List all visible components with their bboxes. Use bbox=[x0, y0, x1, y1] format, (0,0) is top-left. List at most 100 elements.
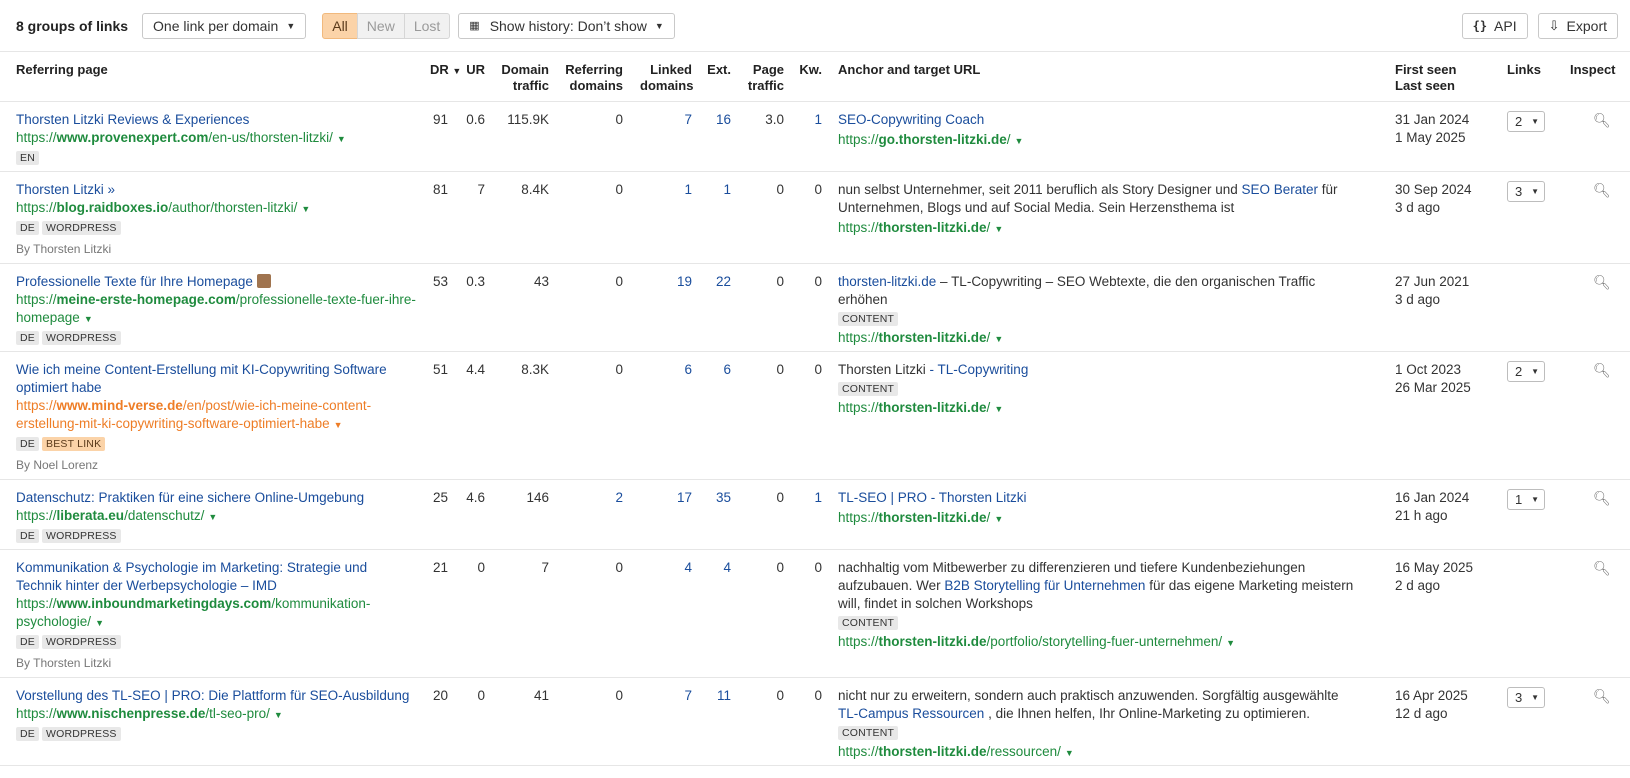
kw-value[interactable]: 0 bbox=[793, 273, 822, 291]
target-url[interactable]: https://go.thorsten-litzki.de/▼ bbox=[838, 131, 1358, 150]
target-url[interactable]: https://thorsten-litzki.de/▼ bbox=[838, 219, 1358, 238]
ext-value[interactable]: 16 bbox=[700, 111, 731, 129]
referring-page-url[interactable]: https://www.provenexpert.com/en-us/thors… bbox=[16, 129, 416, 148]
segment-all[interactable]: All bbox=[322, 12, 358, 39]
ext-value[interactable]: 6 bbox=[700, 361, 731, 379]
kw-value[interactable]: 1 bbox=[793, 111, 822, 129]
col-referring-page[interactable]: Referring page bbox=[16, 62, 108, 78]
ext-value[interactable]: 11 bbox=[700, 687, 731, 705]
target-url[interactable]: https://thorsten-litzki.de/portfolio/sto… bbox=[838, 633, 1358, 652]
linked-domains-value[interactable]: 19 bbox=[640, 273, 692, 291]
chevron-down-icon[interactable]: ▼ bbox=[334, 420, 343, 430]
inspect-button[interactable]: 🔍︎ bbox=[1593, 559, 1611, 578]
chevron-down-icon[interactable]: ▼ bbox=[208, 512, 217, 522]
links-count-dropdown[interactable]: 3 ▼ bbox=[1507, 181, 1545, 202]
chevron-down-icon[interactable]: ▼ bbox=[994, 404, 1003, 414]
linked-domains-value[interactable]: 6 bbox=[640, 361, 692, 379]
anchor-link[interactable]: thorsten-litzki.de bbox=[838, 274, 936, 289]
links-count-dropdown[interactable]: 3 ▼ bbox=[1507, 687, 1545, 708]
history-dropdown[interactable]: ▦ Show history: Don’t show ▼ bbox=[458, 12, 675, 39]
anchor-link[interactable]: SEO Berater bbox=[1241, 182, 1318, 197]
referring-page-url[interactable]: https://www.nischenpresse.de/tl-seo-pro/… bbox=[16, 705, 416, 724]
links-count-dropdown[interactable]: 1 ▼ bbox=[1507, 489, 1545, 510]
col-linked-domains[interactable]: Linked domains bbox=[640, 62, 693, 94]
referring-domains-value[interactable]: 0 bbox=[558, 559, 623, 577]
col-seen[interactable]: First seen Last seen bbox=[1395, 62, 1456, 94]
anchor-link[interactable]: B2B Storytelling für Unternehmen bbox=[944, 578, 1145, 593]
anchor-link[interactable]: SEO-Copywriting Coach bbox=[838, 112, 984, 127]
referring-page-title[interactable]: Datenschutz: Praktiken für eine sichere … bbox=[16, 490, 364, 505]
anchor-link[interactable]: TL-SEO | PRO - Thorsten Litzki bbox=[838, 490, 1027, 505]
referring-domains-value[interactable]: 0 bbox=[558, 111, 623, 129]
col-ext[interactable]: Ext. bbox=[700, 62, 731, 78]
referring-page-title[interactable]: Thorsten Litzki » bbox=[16, 182, 115, 197]
col-anchor[interactable]: Anchor and target URL bbox=[838, 62, 980, 78]
target-url[interactable]: https://thorsten-litzki.de/▼ bbox=[838, 509, 1358, 528]
referring-page-url[interactable]: https://liberata.eu/datenschutz/▼ bbox=[16, 507, 416, 526]
referring-domains-value[interactable]: 2 bbox=[558, 489, 623, 507]
chevron-down-icon[interactable]: ▼ bbox=[994, 224, 1003, 234]
inspect-button[interactable]: 🔍︎ bbox=[1593, 273, 1611, 292]
kw-value[interactable]: 1 bbox=[793, 489, 822, 507]
kw-value[interactable]: 0 bbox=[793, 559, 822, 577]
inspect-button[interactable]: 🔍︎ bbox=[1593, 181, 1611, 200]
referring-domains-value[interactable]: 0 bbox=[558, 273, 623, 291]
referring-page-url[interactable]: https://blog.raidboxes.io/author/thorste… bbox=[16, 199, 416, 218]
linked-domains-value[interactable]: 7 bbox=[640, 687, 692, 705]
referring-domains-value[interactable]: 0 bbox=[558, 181, 623, 199]
referring-page-title[interactable]: Thorsten Litzki Reviews & Experiences bbox=[16, 112, 249, 127]
chevron-down-icon[interactable]: ▼ bbox=[274, 710, 283, 720]
linked-domains-value[interactable]: 17 bbox=[640, 489, 692, 507]
col-domain-traffic[interactable]: Domain traffic bbox=[495, 62, 549, 94]
api-button[interactable]: {} API bbox=[1461, 12, 1528, 39]
linked-domains-value[interactable]: 7 bbox=[640, 111, 692, 129]
target-url[interactable]: https://thorsten-litzki.de/▼ bbox=[838, 399, 1358, 418]
segment-new[interactable]: New bbox=[356, 12, 405, 39]
col-links[interactable]: Links bbox=[1507, 62, 1541, 78]
link-filter-dropdown[interactable]: One link per domain ▼ bbox=[142, 12, 307, 39]
referring-page-url[interactable]: https://www.inboundmarketingdays.com/kom… bbox=[16, 595, 416, 632]
chevron-down-icon[interactable]: ▼ bbox=[337, 134, 346, 144]
links-count-dropdown[interactable]: 2 ▼ bbox=[1507, 361, 1545, 382]
chevron-down-icon[interactable]: ▼ bbox=[1226, 638, 1235, 648]
referring-page-title[interactable]: Wie ich meine Content-Erstellung mit KI-… bbox=[16, 362, 387, 395]
kw-value[interactable]: 0 bbox=[793, 361, 822, 379]
referring-domains-value[interactable]: 0 bbox=[558, 361, 623, 379]
referring-page-url[interactable]: https://meine-erste-homepage.com/profess… bbox=[16, 291, 416, 328]
chevron-down-icon[interactable]: ▼ bbox=[1065, 748, 1074, 758]
linked-domains-value[interactable]: 4 bbox=[640, 559, 692, 577]
col-page-traffic[interactable]: Page traffic bbox=[740, 62, 784, 94]
linked-domains-value[interactable]: 1 bbox=[640, 181, 692, 199]
kw-value[interactable]: 0 bbox=[793, 181, 822, 199]
col-dr[interactable]: DR ▼ bbox=[430, 62, 461, 79]
chevron-down-icon[interactable]: ▼ bbox=[95, 618, 104, 628]
ext-value[interactable]: 1 bbox=[700, 181, 731, 199]
inspect-button[interactable]: 🔍︎ bbox=[1593, 111, 1611, 130]
chevron-down-icon[interactable]: ▼ bbox=[84, 314, 93, 324]
col-ur[interactable]: UR bbox=[465, 62, 485, 78]
anchor-link[interactable]: TL-Campus Ressourcen bbox=[838, 706, 984, 721]
col-referring-domains[interactable]: Referring domains bbox=[558, 62, 623, 94]
anchor-link[interactable]: - TL-Copywriting bbox=[930, 362, 1029, 377]
target-url[interactable]: https://thorsten-litzki.de/ressourcen/▼ bbox=[838, 743, 1358, 762]
chevron-down-icon[interactable]: ▼ bbox=[301, 204, 310, 214]
target-url[interactable]: https://thorsten-litzki.de/▼ bbox=[838, 329, 1358, 348]
col-kw[interactable]: Kw. bbox=[793, 62, 822, 78]
kw-value[interactable]: 0 bbox=[793, 687, 822, 705]
referring-page-title[interactable]: Vorstellung des TL-SEO | PRO: Die Plattf… bbox=[16, 688, 409, 703]
chevron-down-icon[interactable]: ▼ bbox=[994, 334, 1003, 344]
ext-value[interactable]: 22 bbox=[700, 273, 731, 291]
inspect-button[interactable]: 🔍︎ bbox=[1593, 687, 1611, 706]
referring-domains-value[interactable]: 0 bbox=[558, 687, 623, 705]
chevron-down-icon[interactable]: ▼ bbox=[994, 514, 1003, 524]
referring-page-title[interactable]: Kommunikation & Psychologie im Marketing… bbox=[16, 560, 367, 593]
inspect-button[interactable]: 🔍︎ bbox=[1593, 361, 1611, 380]
export-button[interactable]: ⇩ Export bbox=[1537, 12, 1618, 39]
ext-value[interactable]: 35 bbox=[700, 489, 731, 507]
chevron-down-icon[interactable]: ▼ bbox=[1015, 136, 1024, 146]
links-count-dropdown[interactable]: 2 ▼ bbox=[1507, 111, 1545, 132]
referring-page-title[interactable]: Professionelle Texte für Ihre Homepage bbox=[16, 274, 253, 289]
referring-page-url[interactable]: https://www.mind-verse.de/en/post/wie-ic… bbox=[16, 397, 416, 434]
inspect-button[interactable]: 🔍︎ bbox=[1593, 489, 1611, 508]
segment-lost[interactable]: Lost bbox=[403, 12, 451, 39]
